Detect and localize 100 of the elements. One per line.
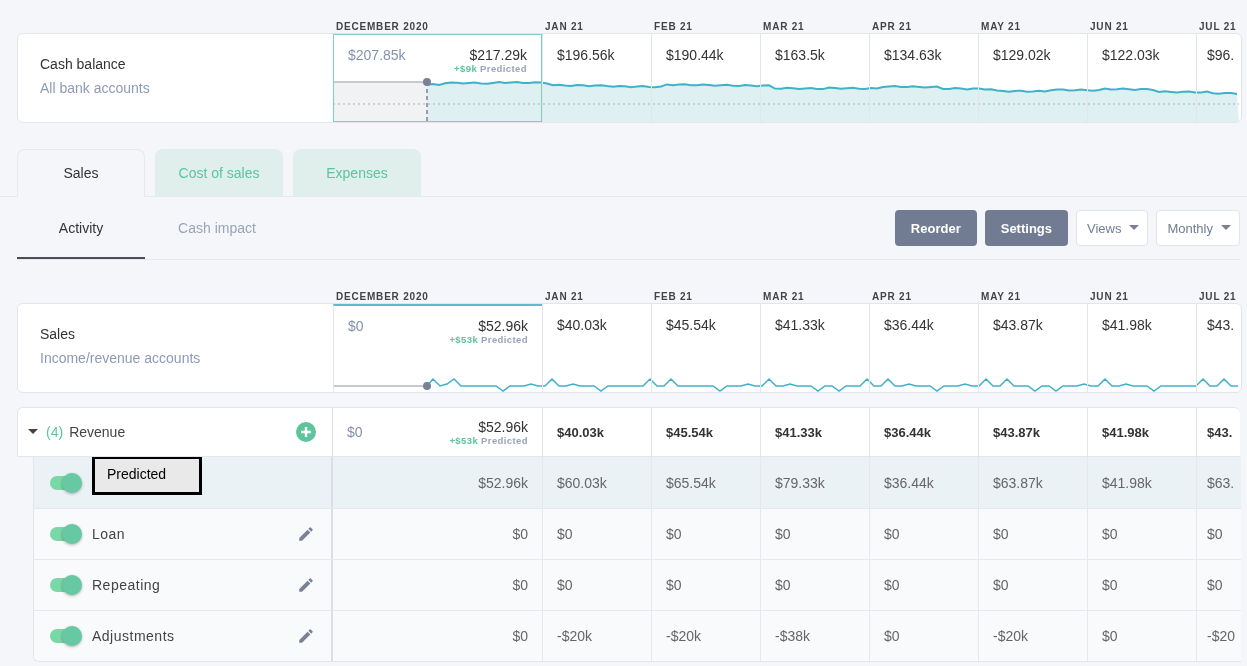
action-button[interactable]: Settings	[984, 210, 1068, 246]
edit-icon[interactable]	[297, 627, 315, 645]
cell-amount: $0	[993, 526, 1009, 542]
cell-amount: $0	[512, 628, 528, 644]
dropdown-button[interactable]: Views	[1076, 210, 1149, 246]
cell-amount: $36.44k	[884, 474, 934, 491]
cell-amount: $0	[512, 577, 528, 593]
cell-amount: $41.98k	[1102, 474, 1152, 491]
actual-amount: $0	[348, 318, 364, 334]
month-amount: $41.33k	[775, 317, 825, 333]
cell-amount: $0	[1207, 577, 1223, 593]
cell-amount: $0	[884, 628, 900, 644]
row-label: Loan	[92, 526, 127, 542]
delta-label: Predicted	[481, 334, 528, 345]
card-subtitle: Income/revenue accounts	[40, 350, 202, 366]
month-label: JAN 21	[544, 21, 585, 32]
dropdown-button[interactable]: Monthly	[1156, 210, 1240, 246]
month-amount: $163.5k	[775, 47, 825, 63]
toggle-switch[interactable]	[50, 629, 80, 643]
line-item-row[interactable]: Predicted $52.96k $60.03k $65.54k $79.33k $36.44k $63.87k $41.98k $63.	[34, 457, 1241, 508]
add-icon[interactable]	[296, 422, 316, 442]
month-label: APR 21	[871, 21, 913, 32]
cell-amount: $0	[993, 577, 1009, 593]
month-amount: $36.44k	[884, 317, 934, 333]
delta-amount: +$53k	[449, 434, 479, 446]
month-amount: $45.54k	[666, 424, 713, 440]
card-subtitle: All bank accounts	[40, 80, 151, 96]
group-count: (4)	[46, 424, 64, 440]
row-label: Predicted	[92, 457, 203, 495]
month-amount: $122.03k	[1102, 47, 1160, 63]
line-item-row[interactable]: Adjustments $0 -$20k -$20k -$38k $0 -$20k $0 -$20	[34, 610, 1241, 661]
cell-amount: $52.96k	[478, 474, 528, 491]
month-amount: $36.44k	[884, 424, 931, 440]
cell-amount: $0	[1102, 577, 1118, 593]
cell-amount: $0	[884, 577, 900, 593]
cell-amount: $0	[666, 526, 682, 542]
month-amount: $43.87k	[993, 317, 1043, 333]
month-label: FEB 21	[653, 21, 694, 32]
cell-amount: $0	[884, 526, 900, 542]
month-label: DECEMBER 2020	[335, 21, 430, 32]
cell-amount: $0	[557, 577, 573, 593]
cell-amount: -$20k	[666, 628, 702, 644]
month-label: MAY 21	[980, 21, 1022, 32]
month-label: JUN 21	[1089, 291, 1130, 302]
month-label: APR 21	[871, 291, 913, 302]
month-amount: $43.87k	[993, 424, 1040, 440]
cell-amount: $63.87k	[993, 474, 1043, 491]
month-amount: $43.	[1207, 424, 1233, 440]
actual-amount: $0	[347, 424, 363, 440]
month-label: MAR 21	[762, 291, 806, 302]
card-title: Cash balance	[40, 56, 127, 72]
month-amount: $41.33k	[775, 424, 822, 440]
cell-amount: $0	[775, 577, 791, 593]
cell-amount: $79.33k	[775, 474, 825, 491]
month-label: DECEMBER 2020	[335, 291, 430, 302]
month-label: JUL 21	[1198, 291, 1238, 302]
predicted-total: $217.29k	[469, 47, 527, 63]
cell-amount: -$20	[1207, 628, 1236, 644]
month-amount: $40.03k	[557, 317, 607, 333]
delta-label: Predicted	[481, 434, 528, 446]
month-amount: $196.56k	[557, 47, 615, 63]
predicted-total: $52.96k	[478, 418, 528, 435]
view-tab[interactable]: Cash impact	[153, 197, 281, 259]
edit-icon[interactable]	[297, 525, 315, 543]
month-label: JUN 21	[1089, 21, 1130, 32]
cell-amount: $0	[666, 577, 682, 593]
card-title: Sales	[40, 326, 77, 342]
cell-amount: $0	[512, 526, 528, 542]
delta-amount: +$9k	[454, 63, 478, 74]
month-amount: $96.	[1207, 47, 1235, 63]
line-item-row[interactable]: Repeating $0 $0 $0 $0 $0 $0 $0 $0	[34, 559, 1241, 610]
month-label: FEB 21	[653, 291, 694, 302]
cell-amount: $0	[1102, 628, 1118, 644]
predicted-total: $52.96k	[478, 318, 528, 334]
cell-amount: $0	[775, 526, 791, 542]
month-amount: $190.44k	[666, 47, 724, 63]
cell-amount: -$38k	[775, 628, 811, 644]
toggle-switch[interactable]	[50, 527, 80, 541]
month-label: JUL 21	[1198, 21, 1238, 32]
group-name: Revenue	[69, 424, 127, 440]
cell-amount: $0	[1102, 526, 1118, 542]
actual-amount: $207.85k	[348, 47, 406, 63]
month-label: MAR 21	[762, 21, 806, 32]
cell-amount: -$20k	[557, 628, 593, 644]
cell-amount: -$20k	[993, 628, 1029, 644]
action-button[interactable]: Reorder	[894, 210, 977, 246]
caret-icon[interactable]	[28, 429, 38, 435]
month-amount: $41.98k	[1102, 424, 1149, 440]
category-tab[interactable]: Sales	[17, 149, 145, 197]
month-amount: $41.98k	[1102, 317, 1152, 333]
edit-icon[interactable]	[297, 576, 315, 594]
row-label: Repeating	[92, 577, 162, 593]
toggle-switch[interactable]	[50, 578, 80, 592]
month-amount: $129.02k	[993, 47, 1051, 63]
line-item-row[interactable]: Loan $0 $0 $0 $0 $0 $0 $0 $0	[34, 508, 1241, 559]
month-amount: $134.63k	[884, 47, 942, 63]
toggle-switch[interactable]	[50, 475, 80, 490]
caret-icon	[1129, 225, 1140, 231]
view-tab[interactable]: Activity	[17, 197, 145, 259]
cell-amount: $0	[557, 526, 573, 542]
